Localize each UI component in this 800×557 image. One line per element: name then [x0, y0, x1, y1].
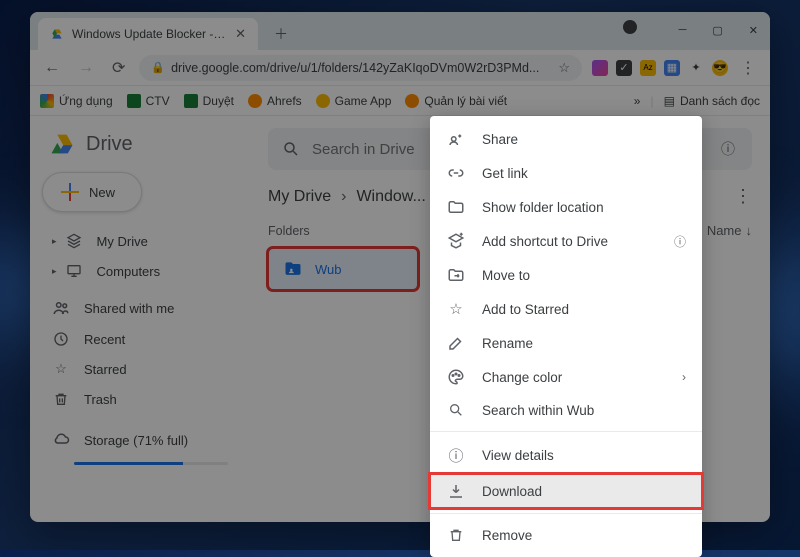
- ctx-star[interactable]: ☆Add to Starred: [430, 292, 702, 326]
- palette-icon: [446, 368, 466, 386]
- ctx-share[interactable]: Share: [430, 122, 702, 156]
- context-menu-separator: [430, 513, 702, 514]
- ctx-download[interactable]: Download: [430, 474, 702, 508]
- link-icon: [446, 164, 466, 182]
- search-icon: [446, 402, 466, 418]
- star-icon: ☆: [446, 300, 466, 318]
- folder-open-icon: [446, 198, 466, 216]
- ctx-moveto[interactable]: Move to: [430, 258, 702, 292]
- ctx-getlink[interactable]: Get link: [430, 156, 702, 190]
- share-icon: [446, 130, 466, 148]
- add-shortcut-icon: [446, 232, 466, 250]
- context-menu: Share Get link Show folder location Add …: [430, 116, 702, 557]
- info-icon: ⓘ: [446, 445, 466, 466]
- context-menu-separator: [430, 431, 702, 432]
- chevron-right-icon: ›: [682, 370, 686, 384]
- ctx-addshortcut[interactable]: Add shortcut to Driveⓘ: [430, 224, 702, 258]
- ctx-changecolor[interactable]: Change color›: [430, 360, 702, 394]
- ctx-showlocation[interactable]: Show folder location: [430, 190, 702, 224]
- rename-icon: [446, 334, 466, 352]
- ctx-viewdetails[interactable]: ⓘView details: [430, 437, 702, 474]
- ctx-remove[interactable]: Remove: [430, 519, 702, 551]
- ctx-searchwithin[interactable]: Search within Wub: [430, 394, 702, 426]
- ctx-rename[interactable]: Rename: [430, 326, 702, 360]
- move-icon: [446, 266, 466, 284]
- download-icon: [446, 482, 466, 500]
- trash-icon: [446, 527, 466, 543]
- help-icon[interactable]: ⓘ: [674, 233, 686, 250]
